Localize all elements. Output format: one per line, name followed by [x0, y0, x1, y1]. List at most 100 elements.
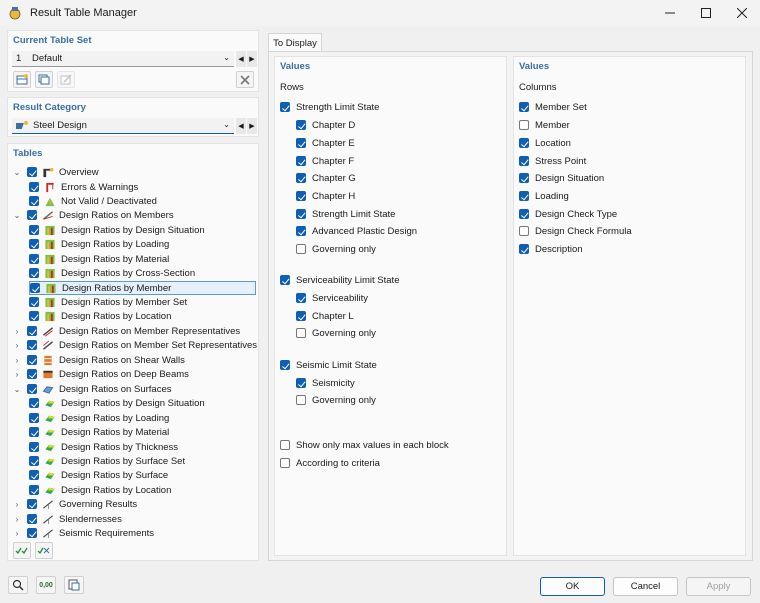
rows-option-checkbox[interactable] [296, 328, 306, 338]
tree-item[interactable]: ⌄ Overview [13, 165, 99, 179]
rows-option-checkbox[interactable] [296, 311, 306, 321]
tree-item-checkbox[interactable] [30, 283, 40, 293]
chevron-down-icon[interactable]: ⌄ [13, 385, 21, 394]
columns-option-checkbox[interactable] [519, 173, 529, 183]
columns-option[interactable]: Stress Point [519, 154, 586, 168]
chevron-right-icon[interactable]: › [13, 341, 21, 350]
rows-option[interactable]: Governing only [296, 326, 376, 340]
new-table-set-button[interactable] [13, 71, 31, 88]
next-table-set-button[interactable]: ▶ [247, 51, 257, 67]
columns-option-checkbox[interactable] [519, 191, 529, 201]
tree-item[interactable]: › I Governing Results [13, 497, 138, 511]
rows-option-checkbox[interactable] [280, 360, 290, 370]
tree-item[interactable]: › Design Ratios on Shear Walls [13, 353, 185, 367]
tree-item[interactable]: Design Ratios by Location [29, 309, 171, 323]
tab-to-display[interactable]: To Display [268, 33, 322, 52]
chevron-right-icon[interactable]: › [13, 529, 21, 538]
rows-option[interactable]: Serviceability [296, 291, 368, 305]
columns-option[interactable]: Member Set [519, 100, 587, 114]
minimize-button[interactable] [652, 0, 688, 26]
tree-item[interactable]: Design Ratios by Surface Set [29, 454, 185, 468]
rows-option-checkbox[interactable] [296, 138, 306, 148]
rename-table-set-button[interactable] [57, 71, 75, 88]
columns-option-checkbox[interactable] [519, 102, 529, 112]
rows-option[interactable]: Seismic Limit State [280, 358, 377, 372]
chevron-right-icon[interactable]: › [13, 327, 21, 336]
tree-item-checkbox[interactable] [29, 485, 39, 495]
rows-option-checkbox[interactable] [280, 102, 290, 112]
table-set-select[interactable]: 1 Default ⌄ [12, 51, 234, 67]
chevron-down-icon[interactable]: ⌄ [13, 211, 21, 220]
help-button[interactable] [8, 576, 28, 594]
rows-option[interactable]: Strength Limit State [296, 207, 395, 221]
deselect-all-tables-button[interactable] [35, 542, 53, 559]
columns-option-checkbox[interactable] [519, 226, 529, 236]
result-category-select[interactable]: Steel Design ⌄ [12, 118, 234, 134]
rows-option[interactable]: Chapter L [296, 309, 354, 323]
tree-item[interactable]: Design Ratios by Loading [29, 237, 169, 251]
chevron-right-icon[interactable]: › [13, 370, 21, 379]
rows-option-checkbox[interactable] [280, 275, 290, 285]
tree-item-checkbox[interactable] [27, 384, 37, 394]
tree-item-checkbox[interactable] [29, 470, 39, 480]
chevron-right-icon[interactable]: › [13, 515, 21, 524]
columns-option[interactable]: Design Situation [519, 171, 604, 185]
export-button[interactable] [64, 576, 84, 594]
columns-option[interactable]: Member [519, 118, 570, 132]
maximize-button[interactable] [688, 0, 724, 26]
tree-item[interactable]: › Design Ratios on Member Representatives [13, 324, 240, 338]
tree-item[interactable]: Design Ratios by Location [29, 483, 171, 497]
tree-item[interactable]: Design Ratios by Loading [29, 411, 169, 425]
tree-item[interactable]: Design Ratios by Cross-Section [29, 266, 195, 280]
tree-item-checkbox[interactable] [27, 167, 37, 177]
tree-item-checkbox[interactable] [27, 369, 37, 379]
rows-option-checkbox[interactable] [296, 191, 306, 201]
rows-option[interactable]: Strength Limit State [280, 100, 379, 114]
tree-item-checkbox[interactable] [27, 326, 37, 336]
tree-item[interactable]: Not Valid / Deactivated [29, 194, 157, 208]
rows-option-checkbox[interactable] [280, 440, 290, 450]
rows-option-checkbox[interactable] [296, 156, 306, 166]
rows-option-checkbox[interactable] [280, 458, 290, 468]
chevron-down-icon[interactable]: ⌄ [13, 168, 21, 177]
tree-item-checkbox[interactable] [29, 268, 39, 278]
cancel-button[interactable]: Cancel [613, 577, 678, 596]
columns-option-checkbox[interactable] [519, 209, 529, 219]
rows-option-checkbox[interactable] [296, 378, 306, 388]
rows-option[interactable]: Chapter E [296, 136, 355, 150]
columns-option-checkbox[interactable] [519, 138, 529, 148]
select-all-tables-button[interactable] [13, 542, 31, 559]
tree-item-checkbox[interactable] [27, 355, 37, 365]
tree-item-checkbox[interactable] [27, 514, 37, 524]
tree-item[interactable]: Design Ratios by Surface [29, 468, 168, 482]
rows-option-checkbox[interactable] [296, 209, 306, 219]
rows-option[interactable]: According to criteria [280, 456, 380, 470]
tree-item-checkbox[interactable] [29, 311, 39, 321]
rows-option-checkbox[interactable] [296, 244, 306, 254]
tree-item-checkbox[interactable] [29, 427, 39, 437]
tree-item[interactable]: ⌄ Design Ratios on Surfaces [13, 382, 172, 396]
tree-item-checkbox[interactable] [29, 297, 39, 307]
columns-option[interactable]: Design Check Formula [519, 224, 632, 238]
tree-item[interactable]: Design Ratios by Material [29, 425, 169, 439]
columns-option-checkbox[interactable] [519, 156, 529, 166]
tree-item-checkbox[interactable] [29, 225, 39, 235]
rows-option[interactable]: Serviceability Limit State [280, 273, 399, 287]
tree-item-checkbox[interactable] [29, 442, 39, 452]
rows-option[interactable]: Chapter F [296, 154, 354, 168]
rows-option[interactable]: Governing only [296, 393, 376, 407]
tree-item-checkbox[interactable] [29, 413, 39, 423]
chevron-right-icon[interactable]: › [13, 356, 21, 365]
apply-button[interactable]: Apply [686, 577, 751, 596]
tree-item-checkbox[interactable] [29, 398, 39, 408]
tree-item[interactable]: › I Seismic Requirements [13, 526, 154, 540]
tree-item[interactable]: Design Ratios by Thickness [29, 440, 178, 454]
tree-item[interactable]: ⌄ Design Ratios on Members [13, 208, 174, 222]
columns-option[interactable]: Design Check Type [519, 207, 617, 221]
tree-item-checkbox[interactable] [29, 239, 39, 249]
columns-option[interactable]: Description [519, 242, 583, 256]
rows-option[interactable]: Advanced Plastic Design [296, 224, 417, 238]
rows-option-checkbox[interactable] [296, 173, 306, 183]
tree-item-checkbox[interactable] [29, 254, 39, 264]
close-button[interactable] [724, 0, 760, 26]
